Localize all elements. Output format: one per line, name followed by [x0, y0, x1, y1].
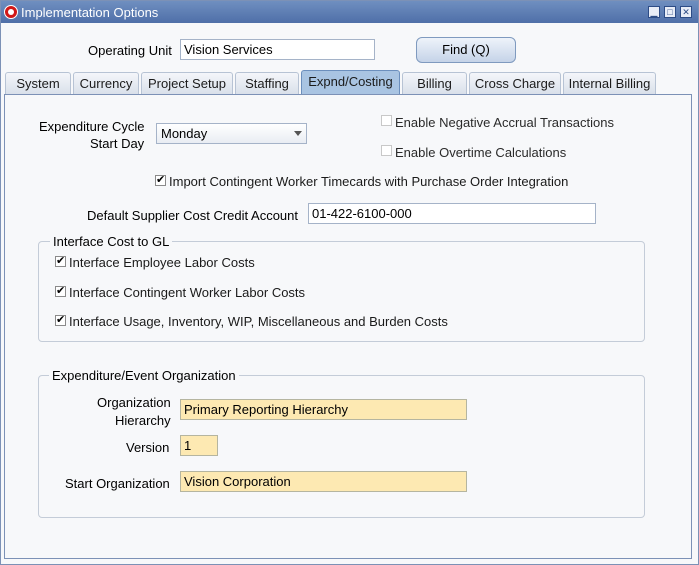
tab-expnd-costing[interactable]: Expnd/Costing [301, 70, 400, 95]
cwk-labor-checkbox[interactable] [55, 284, 66, 297]
employee-labor-label: Interface Employee Labor Costs [69, 255, 255, 270]
overtime-checkbox[interactable] [381, 145, 392, 156]
usage-costs-label: Interface Usage, Inventory, WIP, Miscell… [69, 314, 448, 329]
import-cwk-timecards-checkbox[interactable] [155, 173, 166, 186]
org-hierarchy-label-2: Hierarchy [115, 413, 171, 428]
expenditure-cycle-label: Expenditure Cycle [39, 119, 145, 134]
supplier-account-field[interactable]: 01-422-6100-000 [308, 203, 596, 224]
version-label: Version [126, 440, 170, 455]
interface-cost-title: Interface Cost to GL [50, 234, 173, 249]
start-org-field[interactable]: Vision Corporation [180, 471, 467, 492]
negative-accrual-checkbox[interactable] [381, 115, 392, 126]
tab-staffing[interactable]: Staffing [235, 72, 299, 94]
negative-accrual-label: Enable Negative Accrual Transactions [395, 115, 614, 130]
operating-unit-field[interactable]: Vision Services [180, 39, 375, 60]
start-day-label: Start Day [90, 136, 145, 151]
chevron-down-icon[interactable] [294, 131, 302, 136]
title-bar[interactable]: Implementation Options ▁ □ ✕ [1, 1, 698, 23]
tab-internal-billing[interactable]: Internal Billing [563, 72, 656, 94]
employee-labor-checkbox[interactable] [55, 254, 66, 267]
find-button[interactable]: Find (Q) [416, 37, 516, 63]
expenditure-cycle-dropdown[interactable]: Monday [156, 123, 307, 144]
tab-cross-charge[interactable]: Cross Charge [469, 72, 561, 94]
tab-system[interactable]: System [5, 72, 71, 94]
usage-costs-checkbox[interactable] [55, 313, 66, 326]
minimize-icon[interactable]: ▁ [648, 6, 660, 18]
implementation-options-window: Implementation Options ▁ □ ✕ Operating U… [0, 0, 699, 565]
window-title: Implementation Options [21, 5, 159, 20]
operating-unit-label: Operating Unit [88, 43, 172, 58]
maximize-icon[interactable]: □ [664, 6, 676, 18]
oracle-logo-icon [4, 5, 18, 19]
org-hierarchy-label-1: Organization [97, 395, 171, 410]
tab-billing[interactable]: Billing [402, 72, 467, 94]
supplier-account-label: Default Supplier Cost Credit Account [87, 208, 298, 223]
close-icon[interactable]: ✕ [680, 6, 692, 18]
start-org-label: Start Organization [65, 476, 170, 491]
org-hierarchy-field[interactable]: Primary Reporting Hierarchy [180, 399, 467, 420]
import-cwk-timecards-label: Import Contingent Worker Timecards with … [169, 174, 569, 189]
expenditure-cycle-value: Monday [161, 126, 208, 141]
overtime-label: Enable Overtime Calculations [395, 145, 567, 160]
tab-currency[interactable]: Currency [73, 72, 139, 94]
version-field[interactable]: 1 [180, 435, 218, 456]
cwk-labor-label: Interface Contingent Worker Labor Costs [69, 285, 306, 300]
tab-project-setup[interactable]: Project Setup [141, 72, 233, 94]
event-org-title: Expenditure/Event Organization [49, 368, 239, 383]
